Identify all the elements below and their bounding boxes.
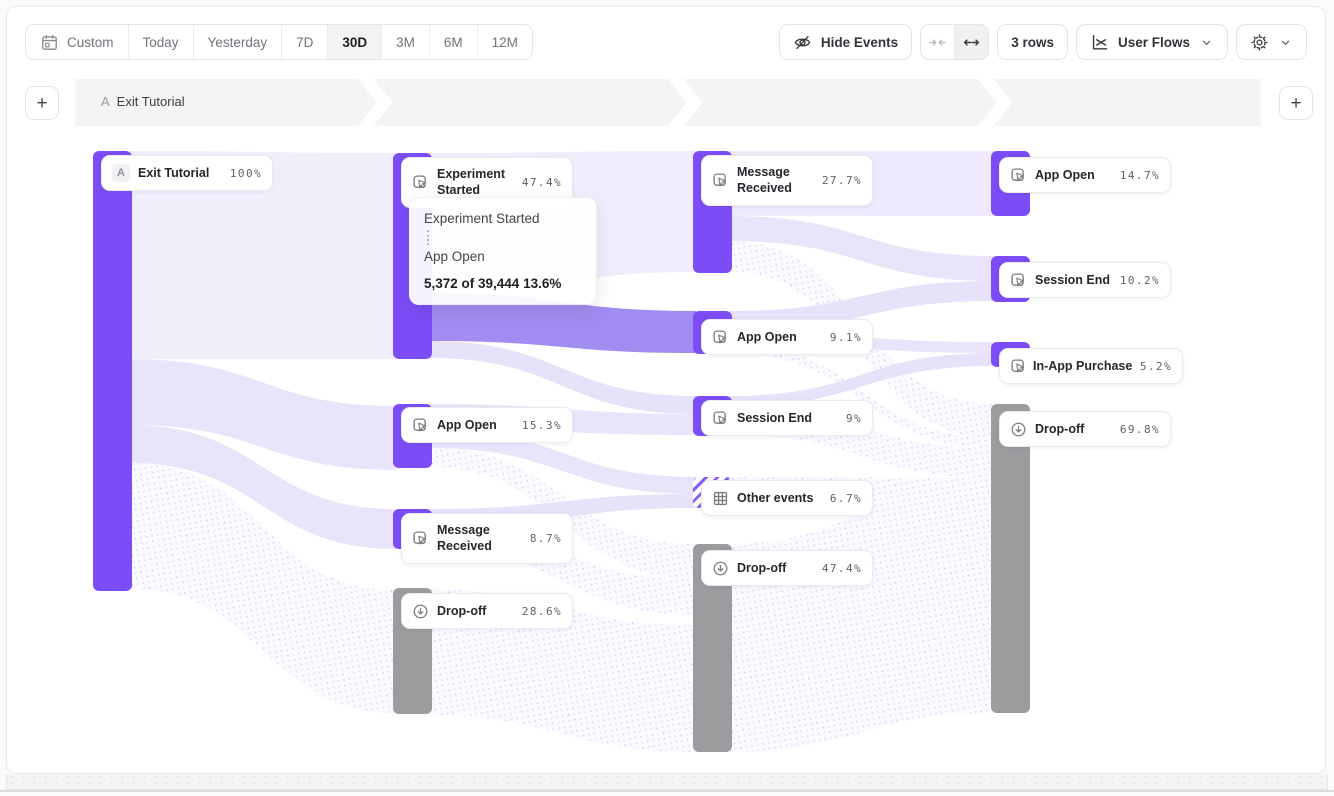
node-label: Session End [1035, 272, 1112, 288]
flow-node-drop-off[interactable]: Drop-off 47.4% [701, 550, 873, 586]
flow-node-app-open[interactable]: App Open 9.1% [701, 319, 873, 355]
node-bar-drop-off[interactable] [991, 404, 1030, 713]
circle-arrow-down-icon [712, 560, 729, 577]
footer-strip [6, 774, 1328, 790]
bottom-divider [0, 790, 1334, 792]
flow-node-session-end[interactable]: Session End 9% [701, 400, 873, 436]
flow-node-session-end[interactable]: Session End 10.2% [999, 262, 1171, 298]
tooltip-from-event: Experiment Started [424, 211, 582, 226]
grid-icon [712, 490, 729, 507]
node-percent: 28.6% [522, 605, 562, 618]
flow-node-app-open[interactable]: App Open 15.3% [401, 407, 573, 443]
node-percent: 15.3% [522, 419, 562, 432]
node-percent: 14.7% [1120, 169, 1160, 182]
node-label: Exit Tutorial [138, 165, 222, 181]
node-label: App Open [1035, 167, 1112, 183]
node-percent: 69.8% [1120, 423, 1160, 436]
node-percent: 100% [230, 167, 262, 180]
flow-node-drop-off[interactable]: Drop-off 28.6% [401, 593, 573, 629]
node-bar-exit-tutorial[interactable] [93, 151, 132, 591]
node-label: Experiment Started [437, 166, 514, 199]
event-cursor-icon [712, 410, 729, 427]
node-label: Other events [737, 490, 822, 506]
tooltip-stats: 5,372 of 39,444 13.6% [424, 276, 582, 291]
event-cursor-icon [1010, 167, 1027, 184]
event-cursor-icon [412, 530, 429, 547]
node-label: Message Received [737, 164, 814, 197]
flow-ribbons [7, 7, 1326, 774]
flow-node-drop-off[interactable]: Drop-off 69.8% [999, 411, 1171, 447]
node-percent: 9.1% [830, 331, 862, 344]
circle-arrow-down-icon [412, 603, 429, 620]
node-percent: 6.7% [830, 492, 862, 505]
node-label: Session End [737, 410, 838, 426]
node-label: Drop-off [1035, 421, 1112, 437]
user-flows-chart: A Exit Tutorial 100% Experiment Started … [7, 7, 1326, 774]
event-cursor-icon [1010, 272, 1027, 289]
step-letter-badge: A [112, 164, 130, 182]
node-label: Drop-off [737, 560, 814, 576]
node-percent: 9% [846, 412, 862, 425]
node-label: App Open [737, 329, 822, 345]
event-cursor-icon [412, 174, 429, 191]
event-cursor-icon [712, 329, 729, 346]
event-cursor-icon [1010, 358, 1027, 375]
node-percent: 27.7% [822, 174, 862, 187]
event-cursor-icon [412, 417, 429, 434]
flow-node-message-received[interactable]: Message Received 27.7% [701, 155, 873, 206]
node-label: In-App Purchase [1033, 358, 1134, 374]
flow-node-app-open[interactable]: App Open 14.7% [999, 157, 1171, 193]
tooltip-connector [427, 230, 429, 245]
node-label: Drop-off [437, 603, 514, 619]
event-cursor-icon [712, 172, 729, 189]
main-panel: Custom Today Yesterday 7D 30D 3M 6M 12M … [6, 6, 1326, 774]
tooltip-to-event: App Open [424, 249, 582, 264]
node-label: Message Received [437, 522, 522, 555]
circle-arrow-down-icon [1010, 421, 1027, 438]
node-percent: 5.2% [1140, 360, 1172, 373]
node-percent: 47.4% [822, 562, 862, 575]
node-percent: 47.4% [522, 176, 562, 189]
node-percent: 10.2% [1120, 274, 1160, 287]
flow-node-exit-tutorial[interactable]: A Exit Tutorial 100% [101, 155, 273, 191]
flow-tooltip: Experiment Started App Open 5,372 of 39,… [409, 197, 597, 305]
flow-node-in-app-purchase[interactable]: In-App Purchase 5.2% [999, 348, 1183, 384]
node-label: App Open [437, 417, 514, 433]
flow-node-other-events[interactable]: Other events 6.7% [701, 480, 873, 516]
node-percent: 8.7% [530, 532, 562, 545]
flow-node-message-received[interactable]: Message Received 8.7% [401, 513, 573, 564]
